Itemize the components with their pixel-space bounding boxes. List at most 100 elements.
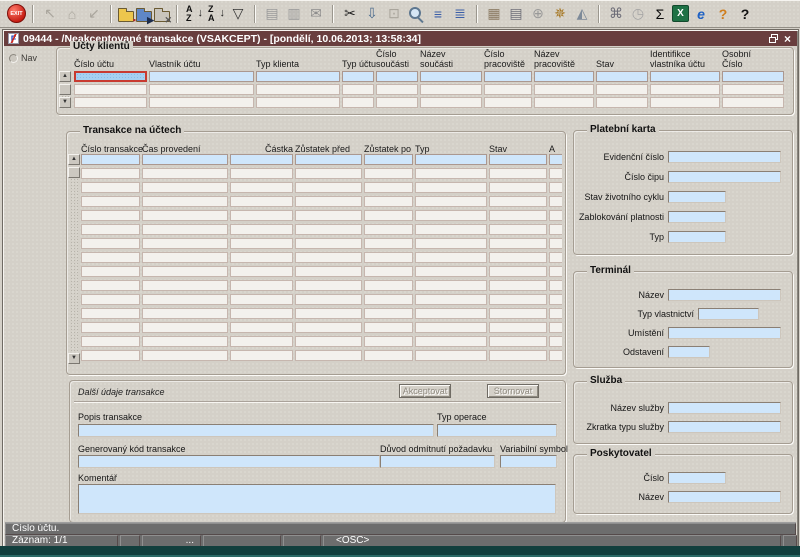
table-cell[interactable] bbox=[650, 84, 720, 95]
table-cell[interactable] bbox=[489, 224, 547, 235]
table-cell[interactable] bbox=[489, 350, 547, 361]
table-cell[interactable] bbox=[489, 168, 547, 179]
execute-query-icon[interactable]: ▶ bbox=[136, 11, 152, 22]
table-cell[interactable] bbox=[415, 308, 487, 319]
table-cell[interactable] bbox=[364, 154, 413, 165]
table-cell[interactable] bbox=[81, 336, 140, 347]
save-icon[interactable]: ▪ bbox=[118, 11, 134, 22]
table-cell[interactable] bbox=[149, 97, 254, 108]
table-cell[interactable] bbox=[81, 280, 140, 291]
table-cell[interactable] bbox=[142, 336, 228, 347]
table-cell[interactable] bbox=[596, 84, 648, 95]
karta-typ-field[interactable] bbox=[668, 231, 726, 243]
table-cell[interactable] bbox=[81, 322, 140, 333]
table-cell[interactable] bbox=[415, 322, 487, 333]
mail-icon[interactable]: ✉ bbox=[306, 4, 326, 24]
table-cell[interactable] bbox=[364, 266, 413, 277]
table-cell[interactable] bbox=[376, 71, 418, 82]
table-cell[interactable] bbox=[549, 308, 562, 319]
table-cell[interactable] bbox=[489, 182, 547, 193]
table-cell[interactable] bbox=[295, 224, 362, 235]
zkratka-typu-field[interactable] bbox=[668, 421, 781, 433]
table-cell[interactable] bbox=[489, 294, 547, 305]
table-cell[interactable] bbox=[230, 350, 293, 361]
table-cell[interactable] bbox=[549, 280, 562, 291]
table-cell[interactable] bbox=[295, 168, 362, 179]
browser-icon[interactable]: e bbox=[691, 4, 711, 24]
table-cell[interactable] bbox=[142, 266, 228, 277]
scroll-up-icon[interactable]: ▲ bbox=[59, 71, 71, 82]
table-cell[interactable] bbox=[142, 294, 228, 305]
export-excel-icon[interactable]: X bbox=[672, 5, 689, 22]
table-cell[interactable] bbox=[149, 84, 254, 95]
scrollbar-track[interactable] bbox=[70, 154, 78, 364]
user-help-icon[interactable]: ? bbox=[713, 4, 733, 24]
table-cell[interactable] bbox=[81, 182, 140, 193]
table-cell[interactable] bbox=[74, 97, 147, 108]
table-cell[interactable] bbox=[342, 97, 374, 108]
table-cell[interactable] bbox=[142, 154, 228, 165]
exit-icon[interactable]: EXIT bbox=[7, 4, 26, 23]
table-cell[interactable] bbox=[295, 308, 362, 319]
table-cell[interactable] bbox=[549, 336, 562, 347]
table-cell[interactable] bbox=[230, 196, 293, 207]
table-cell[interactable] bbox=[295, 154, 362, 165]
scroll-down-icon[interactable]: ▼ bbox=[59, 97, 71, 108]
scrollbar-thumb[interactable] bbox=[68, 167, 80, 178]
table-cell[interactable] bbox=[534, 97, 594, 108]
evidencni-cislo-field[interactable] bbox=[668, 151, 781, 163]
table-cell[interactable] bbox=[415, 252, 487, 263]
table-cell[interactable] bbox=[596, 71, 648, 82]
table-cell[interactable] bbox=[549, 224, 562, 235]
table-cell[interactable] bbox=[256, 84, 340, 95]
restore-window-icon[interactable] bbox=[769, 34, 778, 43]
web-globe-icon[interactable]: ⊕ bbox=[528, 4, 548, 24]
table-cell[interactable] bbox=[230, 224, 293, 235]
filter-icon[interactable]: ▽ bbox=[228, 4, 248, 24]
gen-kod-field[interactable] bbox=[78, 455, 380, 468]
undo-icon[interactable]: ↙ bbox=[84, 4, 104, 24]
table-cell[interactable] bbox=[295, 196, 362, 207]
table-cell[interactable] bbox=[415, 154, 487, 165]
table-cell[interactable] bbox=[549, 154, 562, 165]
table-cell[interactable] bbox=[81, 266, 140, 277]
table-cell[interactable] bbox=[295, 266, 362, 277]
table-cell[interactable] bbox=[230, 308, 293, 319]
table-cell[interactable] bbox=[230, 336, 293, 347]
table-cell[interactable] bbox=[489, 322, 547, 333]
scrollbar-thumb[interactable] bbox=[59, 84, 71, 95]
table-cell[interactable] bbox=[364, 168, 413, 179]
cut-icon[interactable]: ✂ bbox=[340, 4, 360, 24]
table-cell[interactable] bbox=[230, 182, 293, 193]
table-cell[interactable] bbox=[74, 71, 147, 82]
table-cell[interactable] bbox=[142, 308, 228, 319]
transactions-scrollbar[interactable]: ▲ ▼ bbox=[68, 154, 80, 364]
table-cell[interactable] bbox=[549, 252, 562, 263]
table-cell[interactable] bbox=[142, 224, 228, 235]
table-cell[interactable] bbox=[420, 71, 482, 82]
table-cell[interactable] bbox=[549, 294, 562, 305]
table-cell[interactable] bbox=[415, 350, 487, 361]
table-cell[interactable] bbox=[489, 252, 547, 263]
table-cell[interactable] bbox=[230, 280, 293, 291]
table-cell[interactable] bbox=[230, 168, 293, 179]
table-cell[interactable] bbox=[534, 71, 594, 82]
table-cell[interactable] bbox=[549, 322, 562, 333]
table-cell[interactable] bbox=[484, 84, 532, 95]
print-icon[interactable]: ▤ bbox=[262, 4, 282, 24]
scroll-up-icon[interactable]: ▲ bbox=[68, 154, 80, 165]
scroll-down-icon[interactable]: ▼ bbox=[68, 353, 80, 364]
table-cell[interactable] bbox=[142, 238, 228, 249]
table-cell[interactable] bbox=[230, 294, 293, 305]
terminal-nazev-field[interactable] bbox=[668, 289, 781, 301]
table-cell[interactable] bbox=[364, 238, 413, 249]
summary-sigma-icon[interactable]: Σ bbox=[650, 4, 670, 24]
table-cell[interactable] bbox=[364, 294, 413, 305]
poskytovatel-nazev-field[interactable] bbox=[668, 491, 781, 503]
table-cell[interactable] bbox=[81, 154, 140, 165]
duvod-field[interactable] bbox=[380, 455, 495, 468]
accounts-scrollbar[interactable]: ▲ ▼ bbox=[59, 71, 71, 108]
komentar-field[interactable] bbox=[78, 484, 556, 514]
table-cell[interactable] bbox=[549, 350, 562, 361]
sort-descending-icon[interactable]: ZA↓ bbox=[206, 4, 226, 24]
